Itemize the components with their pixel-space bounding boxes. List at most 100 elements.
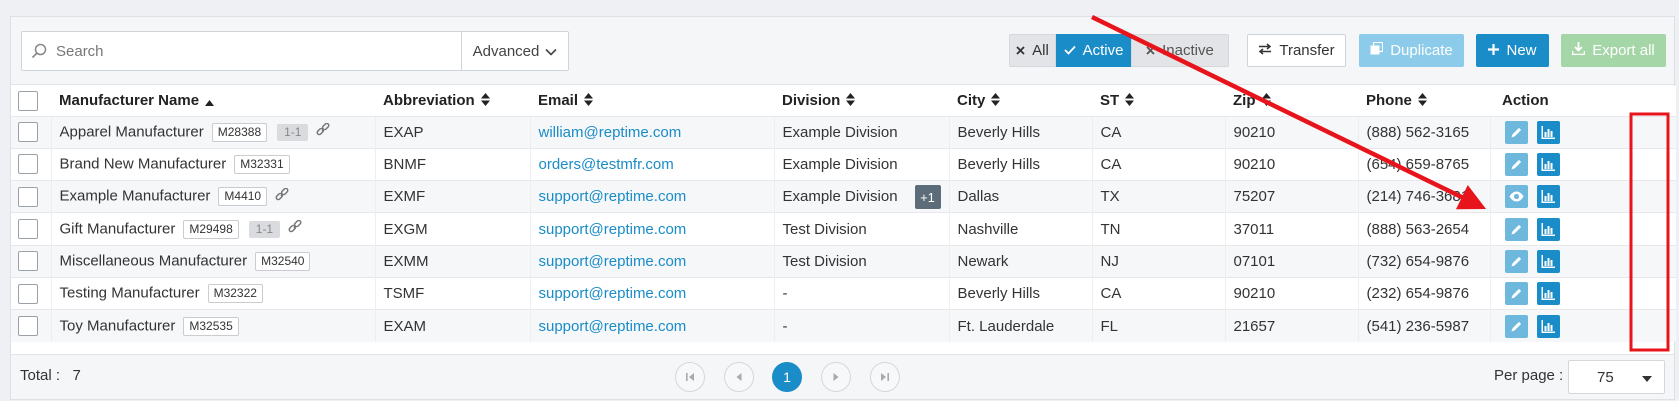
manufacturer-name[interactable]: Brand New Manufacturer bbox=[60, 155, 227, 172]
view-button[interactable] bbox=[1504, 185, 1528, 209]
col-header-division[interactable]: Division bbox=[774, 86, 949, 116]
new-label: New bbox=[1506, 42, 1537, 59]
email-link[interactable]: support@reptime.com bbox=[539, 318, 687, 335]
filter-active-button[interactable]: Active bbox=[1056, 34, 1131, 67]
table-row[interactable]: Testing Manufacturer M32322 TSMF support@re… bbox=[11, 276, 1676, 310]
export-all-button[interactable]: Export all bbox=[1561, 34, 1666, 67]
row-select-cell bbox=[11, 180, 51, 213]
next-page-icon bbox=[832, 369, 840, 386]
zip-cell: 75207 bbox=[1224, 180, 1358, 213]
next-page-button[interactable] bbox=[821, 362, 851, 392]
action-cell bbox=[1489, 180, 1676, 213]
row-checkbox[interactable] bbox=[18, 186, 38, 207]
table-row[interactable]: Miscellaneous Manufacturer M32540 EXMM supp… bbox=[11, 244, 1676, 278]
row-checkbox[interactable] bbox=[18, 122, 38, 143]
table-row[interactable]: Toy Manufacturer M32535 EXAM support@reptim… bbox=[11, 309, 1676, 343]
report-button[interactable] bbox=[1536, 120, 1560, 144]
search-input[interactable] bbox=[56, 32, 461, 70]
zip-cell: 90210 bbox=[1224, 147, 1358, 181]
manufacturer-name[interactable]: Toy Manufacturer bbox=[60, 317, 176, 334]
table-row[interactable]: Brand New Manufacturer M32331 BNMF orders@t… bbox=[11, 147, 1676, 181]
col-header-email[interactable]: Email bbox=[530, 86, 774, 116]
advanced-search-button[interactable]: Advanced bbox=[461, 32, 568, 70]
sort-icon bbox=[1261, 92, 1271, 110]
table-footer: Total : 7 1 Per page : 75 bbox=[11, 354, 1674, 399]
manufacturer-name[interactable]: Example Manufacturer bbox=[60, 188, 211, 205]
col-header-zip[interactable]: Zip bbox=[1225, 86, 1358, 116]
row-checkbox[interactable] bbox=[18, 316, 38, 337]
manufacturer-name-cell: Toy Manufacturer M32535 bbox=[50, 309, 375, 343]
row-checkbox[interactable] bbox=[18, 251, 38, 272]
email-link[interactable]: support@reptime.com bbox=[539, 188, 687, 205]
report-button[interactable] bbox=[1536, 185, 1560, 209]
edit-button[interactable] bbox=[1504, 152, 1528, 176]
manufacturer-name[interactable]: Testing Manufacturer bbox=[60, 285, 200, 302]
division-cell: Example Division bbox=[773, 147, 949, 181]
report-button[interactable] bbox=[1536, 282, 1560, 306]
report-button[interactable] bbox=[1536, 314, 1560, 338]
state-cell: CA bbox=[1091, 276, 1225, 310]
edit-button[interactable] bbox=[1504, 314, 1528, 338]
transfer-button[interactable]: Transfer bbox=[1247, 34, 1346, 67]
manufacturer-name[interactable]: Gift Manufacturer bbox=[60, 220, 176, 237]
table-row[interactable]: Gift Manufacturer M29498 1-1 EXGM support@re… bbox=[11, 212, 1676, 246]
email-link[interactable]: support@reptime.com bbox=[539, 221, 687, 238]
division-cell: - bbox=[773, 309, 949, 343]
edit-button[interactable] bbox=[1504, 282, 1528, 306]
link-icon[interactable] bbox=[275, 187, 289, 206]
row-checkbox[interactable] bbox=[18, 154, 38, 175]
col-header-city[interactable]: City bbox=[949, 86, 1092, 116]
copy-icon bbox=[1370, 41, 1384, 59]
abbreviation-cell: BNMF bbox=[374, 147, 530, 181]
edit-button[interactable] bbox=[1504, 249, 1528, 273]
bar-chart-icon bbox=[1541, 125, 1555, 139]
filter-inactive-button[interactable]: Inactive bbox=[1131, 34, 1229, 67]
division-cell: Test Division bbox=[773, 244, 949, 278]
total-value: 7 bbox=[72, 367, 81, 384]
chevron-down-icon bbox=[545, 43, 557, 60]
link-icon[interactable] bbox=[288, 219, 302, 238]
email-link[interactable]: support@reptime.com bbox=[539, 253, 687, 270]
col-header-abbreviation[interactable]: Abbreviation bbox=[375, 86, 530, 116]
division-cell: Example Division bbox=[773, 115, 949, 149]
email-link[interactable]: william@reptime.com bbox=[539, 124, 682, 141]
city-cell: Dallas bbox=[948, 180, 1092, 213]
page-1-button[interactable]: 1 bbox=[772, 362, 802, 392]
abbreviation-cell: EXGM bbox=[374, 212, 530, 246]
version-badge: 1-1 bbox=[248, 220, 281, 238]
table-row[interactable]: Example Manufacturer M4410 EXMF support@rep… bbox=[11, 180, 1676, 213]
select-all-checkbox[interactable] bbox=[18, 90, 38, 111]
manufacturer-name[interactable]: Miscellaneous Manufacturer bbox=[60, 252, 248, 269]
phone-cell: (888) 562-3165 bbox=[1357, 115, 1490, 149]
edit-button[interactable] bbox=[1504, 120, 1528, 144]
last-page-button[interactable] bbox=[870, 362, 900, 392]
select-all-cell bbox=[11, 86, 51, 116]
table-row[interactable]: Apparel Manufacturer M28388 1-1 EXAP william… bbox=[11, 115, 1676, 149]
email-link[interactable]: support@reptime.com bbox=[539, 285, 687, 302]
pencil-icon bbox=[1510, 223, 1523, 236]
manufacturer-name[interactable]: Apparel Manufacturer bbox=[60, 123, 204, 140]
report-button[interactable] bbox=[1536, 152, 1560, 176]
duplicate-button[interactable]: Duplicate bbox=[1359, 34, 1464, 67]
link-icon[interactable] bbox=[316, 122, 330, 141]
per-page-select[interactable]: 75 bbox=[1568, 360, 1665, 394]
new-button[interactable]: New bbox=[1476, 34, 1549, 67]
filter-all-button[interactable]: All bbox=[1009, 34, 1056, 67]
report-button[interactable] bbox=[1536, 249, 1560, 273]
col-header-phone[interactable]: Phone bbox=[1358, 86, 1490, 116]
manufacturer-name-cell: Brand New Manufacturer M32331 bbox=[50, 147, 375, 181]
first-page-button[interactable] bbox=[675, 362, 705, 392]
report-button[interactable] bbox=[1536, 217, 1560, 241]
row-checkbox[interactable] bbox=[18, 219, 38, 240]
row-checkbox[interactable] bbox=[18, 283, 38, 304]
col-header-name[interactable]: Manufacturer Name bbox=[51, 86, 375, 116]
col-header-st[interactable]: ST bbox=[1092, 86, 1225, 116]
col-header-action: Action bbox=[1490, 86, 1676, 116]
zip-cell: 90210 bbox=[1224, 115, 1358, 149]
email-link[interactable]: orders@testmfr.com bbox=[539, 156, 674, 173]
more-divisions-badge[interactable]: +1 bbox=[914, 185, 941, 210]
state-cell: TN bbox=[1091, 212, 1225, 246]
manufacturer-name-cell: Apparel Manufacturer M28388 1-1 bbox=[50, 115, 375, 149]
prev-page-button[interactable] bbox=[724, 362, 754, 392]
edit-button[interactable] bbox=[1504, 217, 1528, 241]
